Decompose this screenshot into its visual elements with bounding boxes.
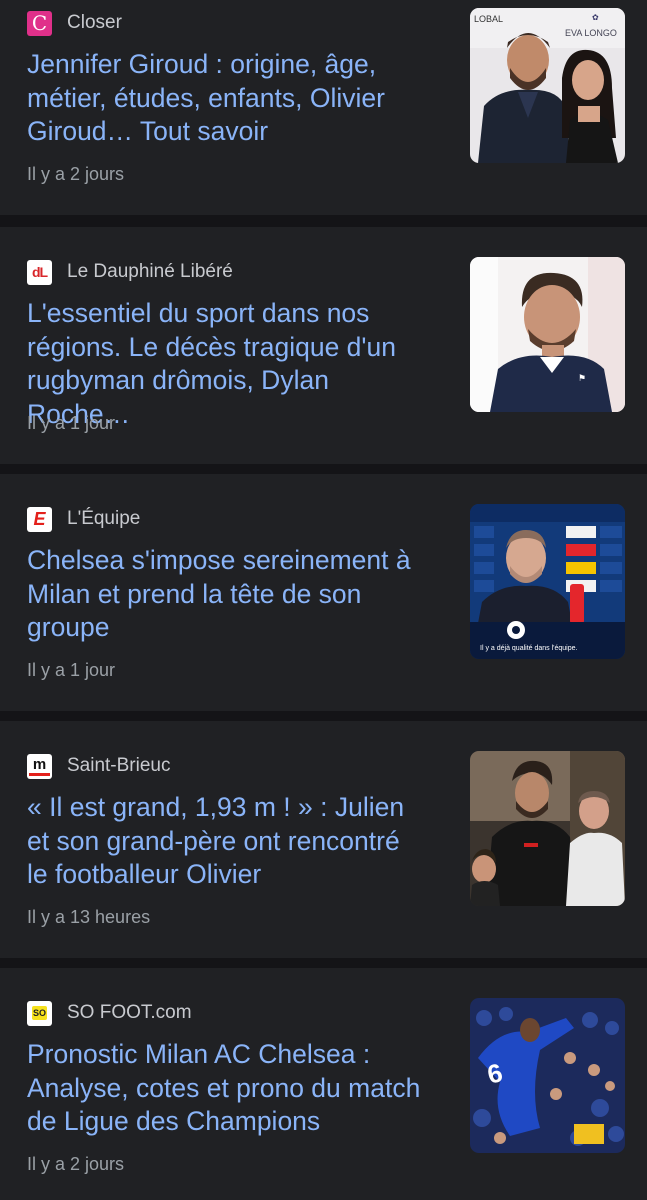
press-conference-photo: Il y a déjà qualité dans l'équipe. (470, 504, 625, 659)
couple-photo: LOBAL EVA LONGO ✿ (470, 8, 625, 163)
article-card[interactable]: E L'Équipe Chelsea s'impose sereinement … (0, 474, 647, 711)
sofoot-logo-icon: SO (27, 1000, 52, 1026)
article-source: C Closer (27, 10, 122, 36)
logo-letters: SO (31, 1006, 47, 1020)
closer-logo-icon: C (27, 10, 52, 36)
dauphine-logo-icon: dL (27, 259, 52, 285)
article-card[interactable]: SO SO FOOT.com Pronostic Milan AC Chelse… (0, 968, 647, 1200)
equipe-logo-icon: E (27, 506, 52, 532)
svg-text:EVA LONGO: EVA LONGO (565, 28, 617, 38)
article-thumbnail[interactable]: ⚑ (470, 257, 625, 412)
article-time: Il y a 2 jours (27, 1154, 125, 1174)
article-headline[interactable]: Pronostic Milan AC Chelsea : Analyse, co… (27, 1038, 427, 1139)
article-headline[interactable]: « Il est grand, 1,93 m ! » : Julien et s… (27, 791, 427, 892)
article-time: Il y a 2 jours (27, 164, 125, 184)
source-name: L'Équipe (67, 508, 141, 529)
article-source: E L'Équipe (27, 506, 140, 532)
logo-bar (29, 772, 50, 776)
source-name: Saint-Brieuc (67, 755, 171, 776)
match-celebration-photo: 6 (470, 998, 625, 1153)
news-feed: C Closer Jennifer Giroud : origine, âge,… (0, 0, 647, 1200)
rugby-player-photo: ⚑ (470, 257, 625, 412)
article-card[interactable]: dL Le Dauphiné Libéré L'essentiel du spo… (0, 227, 647, 464)
source-name: SO FOOT.com (67, 1002, 192, 1023)
article-thumbnail[interactable]: Il y a déjà qualité dans l'équipe. (470, 504, 625, 659)
fans-photo (470, 751, 625, 906)
article-headline[interactable]: Chelsea s'impose sereinement à Milan et … (27, 544, 427, 645)
article-time: Il y a 1 jour (27, 413, 116, 433)
svg-text:✿: ✿ (592, 13, 599, 22)
article-source: SO SO FOOT.com (27, 1000, 192, 1026)
svg-text:LOBAL: LOBAL (474, 14, 503, 24)
thumb-caption: Il y a déjà qualité dans l'équipe. (480, 645, 578, 652)
article-time: Il y a 1 jour (27, 660, 116, 680)
article-card[interactable]: m Saint-Brieuc « Il est grand, 1,93 m ! … (0, 721, 647, 958)
article-thumbnail[interactable] (470, 751, 625, 906)
source-name: Le Dauphiné Libéré (67, 261, 233, 282)
article-thumbnail[interactable]: LOBAL EVA LONGO ✿ (470, 8, 625, 163)
svg-text:⚑: ⚑ (578, 373, 586, 383)
source-name: Closer (67, 12, 122, 33)
article-time: Il y a 13 heures (27, 907, 151, 927)
article-source: dL Le Dauphiné Libéré (27, 259, 233, 285)
article-thumbnail[interactable]: 6 (470, 998, 625, 1153)
logo-letter: m (32, 755, 47, 773)
article-card[interactable]: C Closer Jennifer Giroud : origine, âge,… (0, 0, 647, 215)
article-source: m Saint-Brieuc (27, 753, 171, 779)
article-headline[interactable]: L'essentiel du sport dans nos régions. L… (27, 297, 427, 431)
saint-brieuc-logo-icon: m (27, 753, 52, 779)
article-headline[interactable]: Jennifer Giroud : origine, âge, métier, … (27, 48, 427, 149)
